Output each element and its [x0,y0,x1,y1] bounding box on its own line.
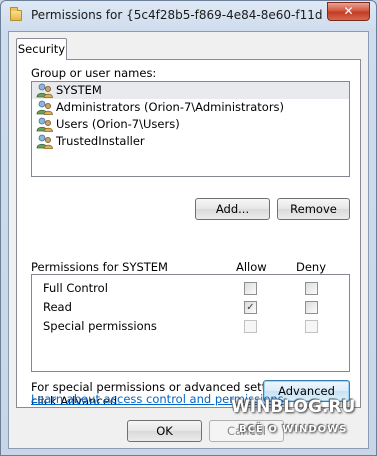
deny-column-header: Deny [296,260,327,274]
user-list-item[interactable]: SYSTEM [32,82,349,99]
watermark-line1: WINBLOG.RU [231,397,356,417]
deny-checkbox[interactable] [305,282,318,295]
ok-button[interactable]: OK [127,420,202,442]
users-group-icon [36,100,54,115]
allow-checkbox [244,320,257,333]
security-tab-panel: Group or user names: SYSTEM Administrator… [16,59,361,408]
user-name-label: Users (Orion-7\Users) [56,117,180,131]
remove-button[interactable]: Remove [277,198,350,220]
user-list-item[interactable]: TrustedInstaller [32,133,349,150]
watermark-logo: WINBLOG.RU ВСЁ О WINDOWS [231,399,361,443]
deny-checkbox[interactable] [305,301,318,314]
users-group-icon [36,117,54,132]
permission-name: Full Control [43,281,108,295]
window-title: Permissions for {5c4f28b5-f869-4e84-8e60… [31,8,323,22]
user-list[interactable]: SYSTEM Administrators (Orion-7\Administra… [31,81,350,177]
user-name-label: TrustedInstaller [56,134,145,148]
user-list-item[interactable]: Users (Orion-7\Users) [32,116,349,133]
users-group-icon [36,134,54,149]
close-button[interactable]: ✕ [327,2,370,21]
group-or-user-names-label: Group or user names: [31,66,157,80]
allow-column-header: Allow [236,260,267,274]
permissions-header: Permissions for SYSTEM [31,260,168,274]
dialog-body: Security Group or user names: SYSTEM Admi… [8,31,369,449]
tab-security[interactable]: Security [16,38,67,60]
user-name-label: Administrators (Orion-7\Administrators) [56,100,285,114]
permission-name: Special permissions [43,319,157,333]
permissions-dialog: Permissions for {5c4f28b5-f869-4e84-8e60… [0,0,377,456]
user-name-label: SYSTEM [56,83,102,97]
deny-checkbox [305,320,318,333]
permissions-table: Full Control Read ✓ Special permissions [31,274,350,372]
users-group-icon [36,83,54,98]
title-bar[interactable]: Permissions for {5c4f28b5-f869-4e84-8e60… [1,1,376,31]
user-list-item[interactable]: Administrators (Orion-7\Administrators) [32,99,349,116]
watermark-line2: ВСЁ О WINDOWS [239,424,348,435]
allow-checkbox[interactable] [244,282,257,295]
add-button[interactable]: Add... [195,198,270,220]
allow-checkbox[interactable]: ✓ [244,301,257,314]
folder-icon [10,7,22,21]
permission-name: Read [43,300,72,314]
